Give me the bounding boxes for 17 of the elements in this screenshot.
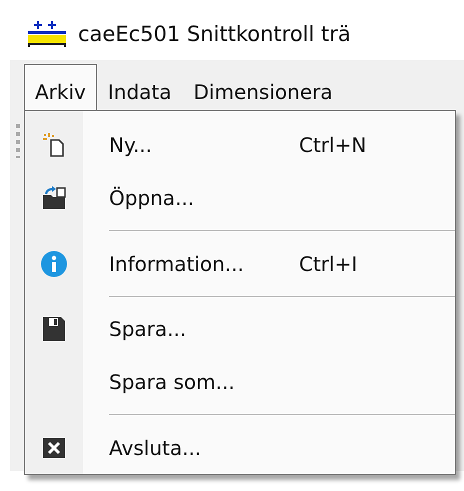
save-icon xyxy=(43,317,65,342)
window-title: caeEc501 Snittkontroll trä xyxy=(78,22,351,46)
new-file-icon xyxy=(43,133,65,158)
menu-item[interactable]: Öppna... xyxy=(25,172,455,224)
app-icon xyxy=(28,21,66,47)
toolbar-grip xyxy=(16,124,20,158)
menu-bar-item[interactable]: Indata xyxy=(96,64,183,110)
menu-item[interactable]: Information... Ctrl+I xyxy=(25,237,455,290)
menu-bar-item[interactable]: Arkiv xyxy=(24,64,97,110)
menu-bar-item[interactable]: Dimensionera xyxy=(182,64,344,110)
menu-item[interactable]: Avsluta... xyxy=(25,421,455,474)
menu-item[interactable]: Ny... Ctrl+N xyxy=(25,119,455,172)
folder-icon xyxy=(42,186,66,210)
menu-item[interactable]: Spara... xyxy=(25,303,455,356)
menu-item[interactable]: Spara som... xyxy=(25,356,455,408)
info-icon xyxy=(41,250,67,277)
close-icon xyxy=(43,438,65,458)
